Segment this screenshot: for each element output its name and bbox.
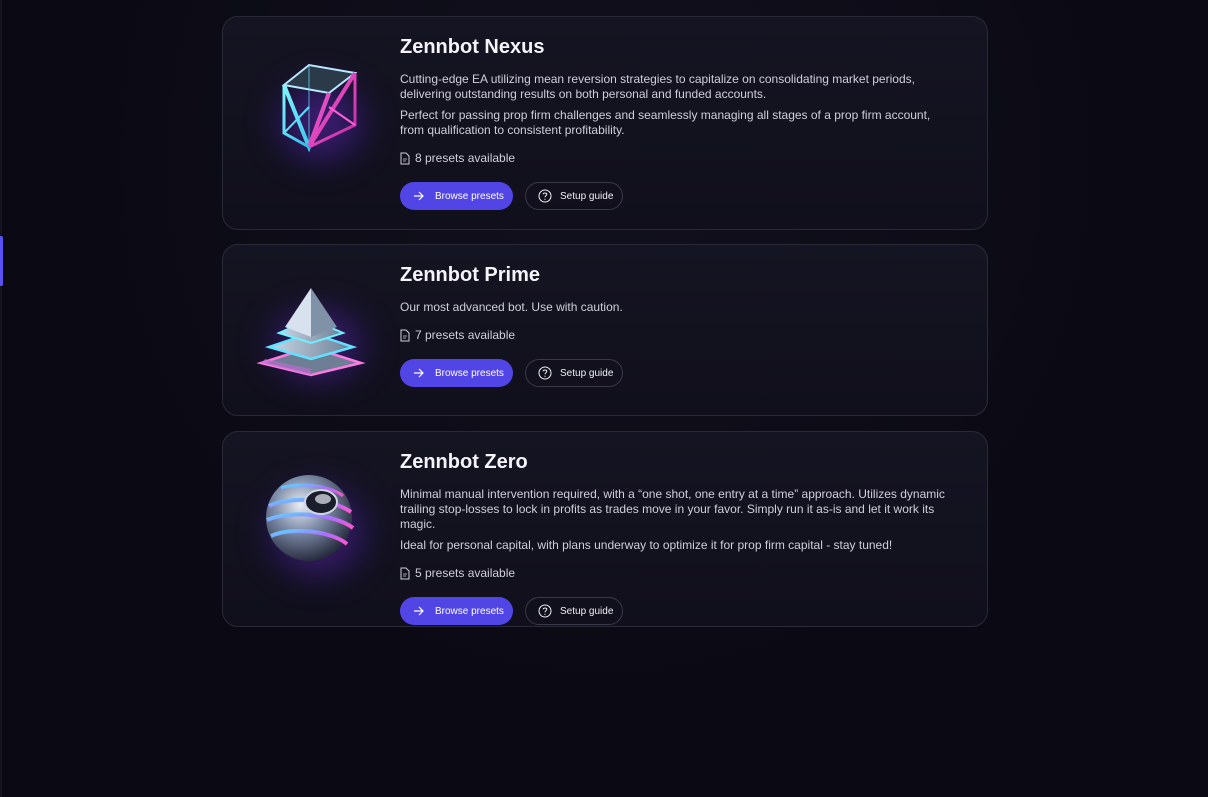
bot-description-secondary: Ideal for personal capital, with plans u… [400, 538, 893, 552]
bot-title: Zennbot Zero [400, 451, 528, 473]
arrow-right-icon [414, 606, 424, 616]
app-root: Zennbot Nexus Cutting-edge EA utilizing … [0, 0, 1208, 797]
presets-label: 5 presets available [415, 566, 516, 580]
presets-label: 7 presets available [415, 328, 516, 342]
bot-description: Our most advanced bot. Use with caution. [400, 300, 623, 314]
setup-guide-button[interactable]: Setup guide [525, 182, 623, 210]
card-actions: Browse presets Setup guide [400, 597, 947, 625]
arrow-right-icon [414, 191, 424, 201]
bot-title: Zennbot Prime [400, 264, 541, 286]
arrow-right-icon [414, 368, 424, 378]
presets-count: 7 presets available [400, 328, 947, 342]
layered-pyramid-icon [256, 288, 366, 377]
setup-guide-label: Setup guide [560, 190, 614, 202]
setup-guide-label: Setup guide [560, 605, 614, 617]
file-icon [400, 329, 410, 341]
question-circle-icon [538, 366, 552, 380]
wireframe-cube-icon [281, 63, 358, 153]
presets-count: 8 presets available [400, 151, 947, 165]
browse-presets-label: Browse presets [435, 367, 504, 379]
bot-description: Minimal manual intervention required, wi… [400, 487, 945, 531]
bot-title: Zennbot Nexus [400, 36, 545, 58]
question-circle-icon [538, 189, 552, 203]
setup-guide-button[interactable]: Setup guide [525, 597, 623, 625]
browse-presets-button[interactable]: Browse presets [400, 597, 513, 625]
browse-presets-button[interactable]: Browse presets [400, 359, 513, 387]
presets-count: 5 presets available [400, 566, 947, 580]
bot-card-nexus: Zennbot Nexus Cutting-edge EA utilizing … [222, 16, 988, 230]
presets-label: 8 presets available [415, 151, 516, 165]
browse-presets-label: Browse presets [435, 605, 504, 617]
sidebar-edge [0, 0, 2, 797]
file-icon [400, 567, 410, 579]
card-body: Zennbot Prime Our most advanced bot. Use… [400, 263, 947, 387]
bot-description-secondary: Perfect for passing prop firm challenges… [400, 108, 931, 137]
bot-card-zero: Zennbot Zero Minimal manual intervention… [222, 431, 988, 627]
card-actions: Browse presets Setup guide [400, 182, 947, 210]
question-circle-icon [538, 604, 552, 618]
setup-guide-button[interactable]: Setup guide [525, 359, 623, 387]
chrome-sphere-icon [266, 475, 355, 561]
sidebar-active-indicator [0, 236, 3, 286]
bot-description: Cutting-edge EA utilizing mean reversion… [400, 72, 915, 101]
file-icon [400, 152, 410, 164]
browse-presets-button[interactable]: Browse presets [400, 182, 513, 210]
card-body: Zennbot Nexus Cutting-edge EA utilizing … [400, 35, 947, 210]
setup-guide-label: Setup guide [560, 367, 614, 379]
bot-card-prime: Zennbot Prime Our most advanced bot. Use… [222, 244, 988, 416]
card-actions: Browse presets Setup guide [400, 359, 947, 387]
card-body: Zennbot Zero Minimal manual intervention… [400, 450, 947, 625]
browse-presets-label: Browse presets [435, 190, 504, 202]
